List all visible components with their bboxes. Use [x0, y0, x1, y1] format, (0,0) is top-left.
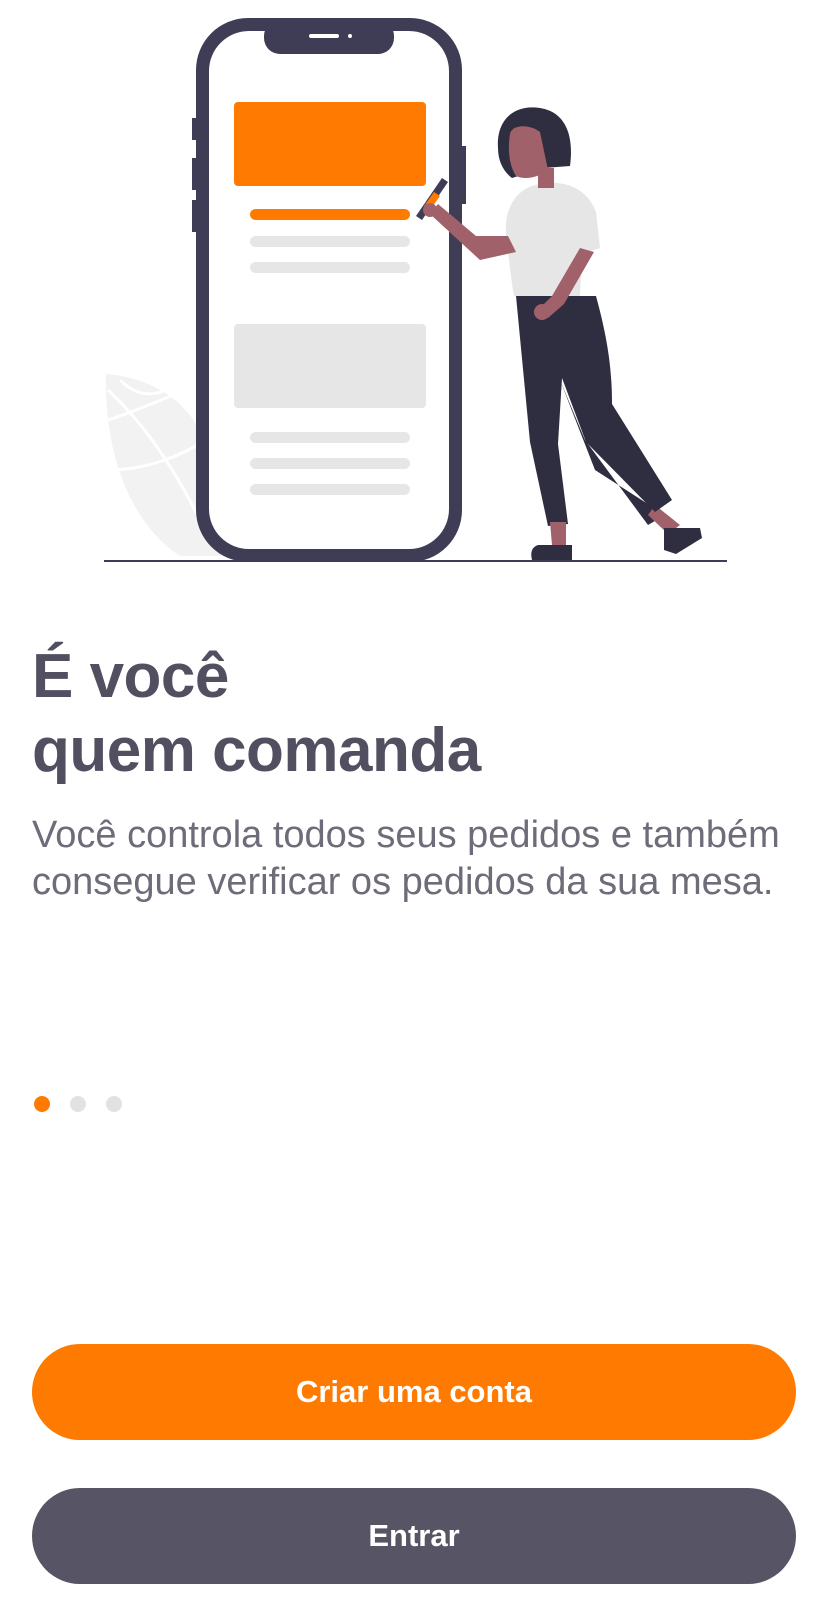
phone-illustration — [192, 18, 466, 562]
page-title: É você quem comanda — [32, 640, 792, 788]
onboarding-illustration — [104, 18, 727, 562]
pagination-dot-3[interactable] — [106, 1096, 122, 1112]
title-line-2: quem comanda — [32, 716, 481, 785]
create-account-button[interactable]: Criar uma conta — [32, 1344, 796, 1440]
login-button[interactable]: Entrar — [32, 1488, 796, 1584]
pagination-dots — [34, 1096, 122, 1112]
pagination-dot-2[interactable] — [70, 1096, 86, 1112]
pagination-dot-1[interactable] — [34, 1096, 50, 1112]
title-line-1: É você — [32, 642, 229, 711]
onboarding-description: Você controla todos seus pedidos e també… — [32, 814, 780, 903]
